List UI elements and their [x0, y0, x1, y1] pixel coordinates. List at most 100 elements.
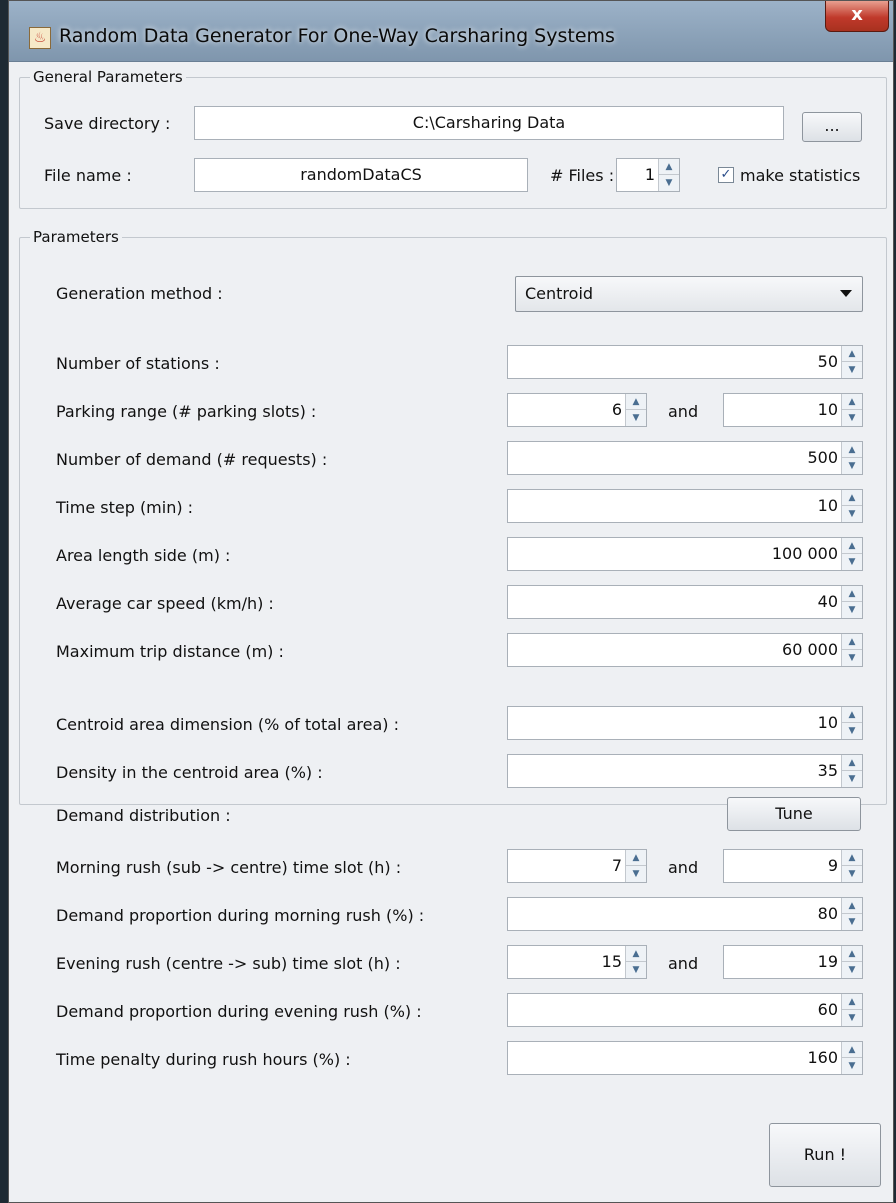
spinner-up-arrow-icon[interactable]: ▲ [626, 394, 646, 410]
generation-method-select[interactable]: Centroid [515, 276, 863, 312]
spinner-up-arrow-icon[interactable]: ▲ [842, 538, 862, 554]
parking-and-label: and [668, 402, 699, 421]
evening-slot-label: Evening rush (centre -> sub) time slot (… [56, 954, 401, 973]
spinner-arrows: ▲ ▼ [841, 707, 862, 739]
stations-value: 50 [817, 352, 838, 371]
spinner-up-arrow-icon[interactable]: ▲ [842, 898, 862, 914]
car-speed-spinner[interactable]: 40 ▲ ▼ [507, 585, 863, 619]
spinner-arrows: ▲ ▼ [841, 634, 862, 666]
demand-distribution-label: Demand distribution : [56, 806, 231, 825]
spinner-down-arrow-icon[interactable]: ▼ [842, 506, 862, 522]
spinner-down-arrow-icon[interactable]: ▼ [842, 1058, 862, 1074]
spinner-up-arrow-icon[interactable]: ▲ [842, 755, 862, 771]
browse-button[interactable]: ... [802, 112, 862, 142]
parking-min-value: 6 [611, 400, 622, 419]
run-button[interactable]: Run ! [769, 1123, 881, 1187]
spinner-up-arrow-icon[interactable]: ▲ [659, 159, 679, 175]
spinner-up-arrow-icon[interactable]: ▲ [842, 1042, 862, 1058]
spinner-up-arrow-icon[interactable]: ▲ [842, 442, 862, 458]
spinner-down-arrow-icon[interactable]: ▼ [842, 914, 862, 930]
stations-label: Number of stations : [56, 354, 220, 373]
spinner-up-arrow-icon[interactable]: ▲ [842, 994, 862, 1010]
rush-penalty-spinner[interactable]: 160 ▲ ▼ [507, 1041, 863, 1075]
morning-from-spinner[interactable]: 7 ▲ ▼ [507, 849, 647, 883]
morning-to-value: 9 [827, 856, 838, 875]
spinner-up-arrow-icon[interactable]: ▲ [626, 946, 646, 962]
spinner-up-arrow-icon[interactable]: ▲ [842, 586, 862, 602]
centroid-area-value: 10 [817, 713, 838, 732]
trip-distance-spinner[interactable]: 60 000 ▲ ▼ [507, 633, 863, 667]
evening-to-spinner[interactable]: 19 ▲ ▼ [723, 945, 863, 979]
spinner-arrows: ▲ ▼ [841, 586, 862, 618]
spinner-up-arrow-icon[interactable]: ▲ [842, 634, 862, 650]
spinner-arrows: ▲ ▼ [625, 850, 646, 882]
spinner-down-arrow-icon[interactable]: ▼ [626, 962, 646, 978]
save-directory-field[interactable]: C:\Carsharing Data [194, 106, 784, 140]
window-title: Random Data Generator For One-Way Carsha… [59, 25, 615, 47]
spinner-down-arrow-icon[interactable]: ▼ [842, 602, 862, 618]
spinner-down-arrow-icon[interactable]: ▼ [842, 554, 862, 570]
stations-spinner[interactable]: 50 ▲ ▼ [507, 345, 863, 379]
centroid-density-spinner[interactable]: 35 ▲ ▼ [507, 754, 863, 788]
spinner-down-arrow-icon[interactable]: ▼ [842, 458, 862, 474]
parking-min-spinner[interactable]: 6 ▲ ▼ [507, 393, 647, 427]
spinner-up-arrow-icon[interactable]: ▲ [842, 850, 862, 866]
spinner-down-arrow-icon[interactable]: ▼ [659, 175, 679, 191]
spinner-down-arrow-icon[interactable]: ▼ [842, 410, 862, 426]
spinner-arrows: ▲ ▼ [841, 946, 862, 978]
main-window: ♨ Random Data Generator For One-Way Cars… [8, 0, 894, 1203]
trip-distance-label: Maximum trip distance (m) : [56, 642, 284, 661]
spinner-up-arrow-icon[interactable]: ▲ [842, 707, 862, 723]
demand-count-label: Number of demand (# requests) : [56, 450, 328, 469]
trip-distance-value: 60 000 [782, 640, 838, 659]
files-count-label: # Files : [550, 166, 615, 185]
time-step-spinner[interactable]: 10 ▲ ▼ [507, 489, 863, 523]
make-statistics-checkbox[interactable]: ✓ [718, 167, 734, 183]
spinner-arrows: ▲ ▼ [658, 159, 679, 191]
save-directory-label: Save directory : [44, 114, 171, 133]
spinner-down-arrow-icon[interactable]: ▼ [842, 771, 862, 787]
demand-count-spinner[interactable]: 500 ▲ ▼ [507, 441, 863, 475]
file-name-field[interactable]: randomDataCS [194, 158, 528, 192]
spinner-down-arrow-icon[interactable]: ▼ [842, 723, 862, 739]
spinner-up-arrow-icon[interactable]: ▲ [842, 946, 862, 962]
files-count-value: 1 [644, 165, 655, 184]
centroid-area-spinner[interactable]: 10 ▲ ▼ [507, 706, 863, 740]
spinner-up-arrow-icon[interactable]: ▲ [626, 850, 646, 866]
spinner-up-arrow-icon[interactable]: ▲ [842, 490, 862, 506]
rush-penalty-label: Time penalty during rush hours (%) : [56, 1050, 351, 1069]
morning-slot-label: Morning rush (sub -> centre) time slot (… [56, 858, 402, 877]
evening-from-spinner[interactable]: 15 ▲ ▼ [507, 945, 647, 979]
spinner-down-arrow-icon[interactable]: ▼ [626, 410, 646, 426]
centroid-area-label: Centroid area dimension (% of total area… [56, 715, 399, 734]
spinner-arrows: ▲ ▼ [841, 346, 862, 378]
morning-to-spinner[interactable]: 9 ▲ ▼ [723, 849, 863, 883]
files-count-spinner[interactable]: 1 ▲ ▼ [616, 158, 680, 192]
spinner-up-arrow-icon[interactable]: ▲ [842, 346, 862, 362]
spinner-down-arrow-icon[interactable]: ▼ [842, 866, 862, 882]
morning-proportion-spinner[interactable]: 80 ▲ ▼ [507, 897, 863, 931]
chevron-down-icon [840, 290, 852, 297]
spinner-up-arrow-icon[interactable]: ▲ [842, 394, 862, 410]
car-speed-label: Average car speed (km/h) : [56, 594, 274, 613]
generation-method-value: Centroid [525, 284, 594, 303]
morning-proportion-value: 80 [817, 904, 838, 923]
spinner-down-arrow-icon[interactable]: ▼ [842, 650, 862, 666]
parking-max-spinner[interactable]: 10 ▲ ▼ [723, 393, 863, 427]
area-length-spinner[interactable]: 100 000 ▲ ▼ [507, 537, 863, 571]
parking-max-value: 10 [817, 400, 838, 419]
close-button[interactable]: x [825, 1, 889, 32]
time-step-label: Time step (min) : [56, 498, 194, 517]
spinner-down-arrow-icon[interactable]: ▼ [842, 1010, 862, 1026]
demand-count-value: 500 [807, 448, 838, 467]
spinner-down-arrow-icon[interactable]: ▼ [842, 962, 862, 978]
spinner-arrows: ▲ ▼ [841, 898, 862, 930]
spinner-arrows: ▲ ▼ [841, 994, 862, 1026]
evening-proportion-label: Demand proportion during evening rush (%… [56, 1002, 422, 1021]
evening-proportion-spinner[interactable]: 60 ▲ ▼ [507, 993, 863, 1027]
tune-button[interactable]: Tune [727, 797, 861, 831]
spinner-down-arrow-icon[interactable]: ▼ [842, 362, 862, 378]
group-title-parameters: Parameters [30, 228, 122, 246]
spinner-down-arrow-icon[interactable]: ▼ [626, 866, 646, 882]
title-bar[interactable]: ♨ Random Data Generator For One-Way Cars… [9, 1, 893, 62]
